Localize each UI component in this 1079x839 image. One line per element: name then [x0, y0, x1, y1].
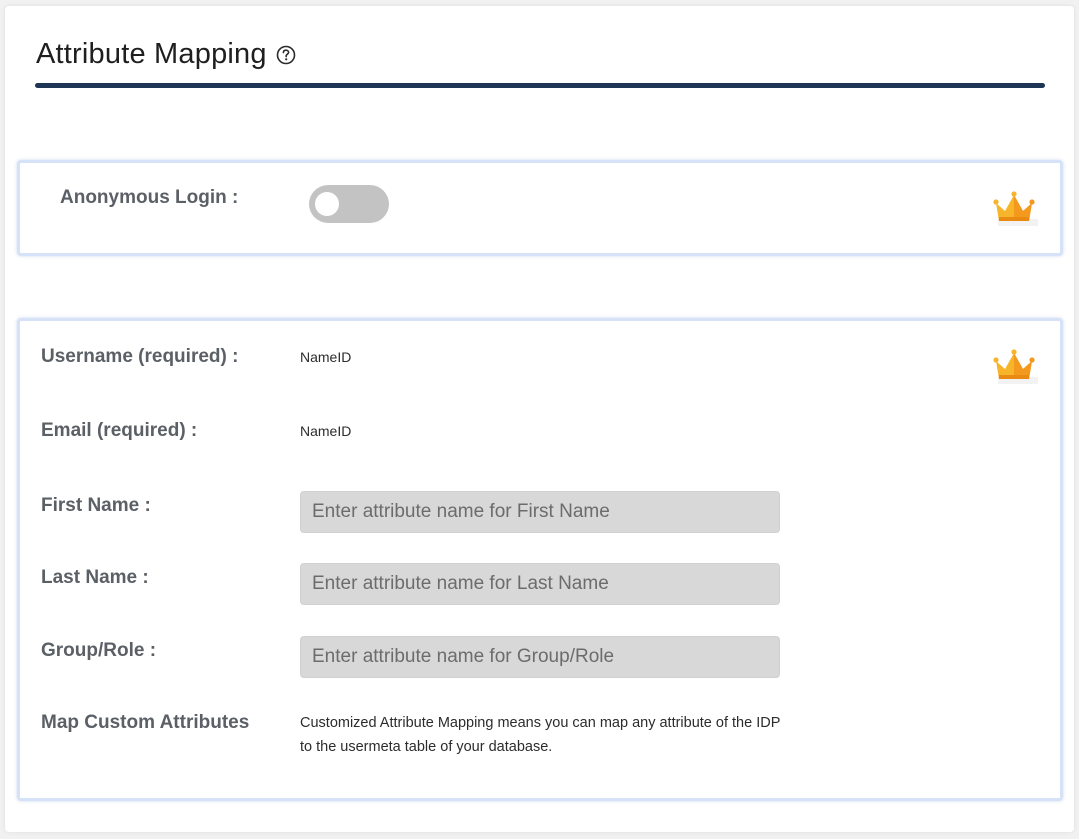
- email-value: NameID: [300, 423, 352, 439]
- attribute-mapping-panel: Attribute Mapping Anonymous Login : User…: [5, 6, 1074, 832]
- first-name-label: First Name :: [41, 495, 151, 516]
- last-name-label: Last Name :: [41, 567, 149, 588]
- email-label: Email (required) :: [41, 420, 198, 441]
- group-role-input[interactable]: [300, 636, 780, 678]
- first-name-input[interactable]: [300, 491, 780, 533]
- last-name-input[interactable]: [300, 563, 780, 605]
- toggle-knob: [315, 192, 339, 216]
- custom-attributes-label: Map Custom Attributes: [41, 712, 250, 733]
- crown-icon: [992, 189, 1040, 229]
- attribute-mapping-card: Username (required) : NameID Email (requ…: [17, 318, 1063, 801]
- title-row: Attribute Mapping: [36, 38, 296, 71]
- page-title: Attribute Mapping: [36, 38, 267, 70]
- anonymous-login-label: Anonymous Login :: [60, 187, 239, 208]
- username-value: NameID: [300, 349, 352, 365]
- question-circle-icon[interactable]: [276, 45, 296, 65]
- title-underline: [35, 83, 1045, 88]
- custom-attributes-description: Customized Attribute Mapping means you c…: [300, 715, 781, 755]
- group-role-label: Group/Role :: [41, 640, 157, 661]
- anonymous-login-toggle[interactable]: [309, 185, 389, 223]
- anonymous-login-card: Anonymous Login :: [17, 160, 1063, 256]
- username-label: Username (required) :: [41, 346, 239, 367]
- crown-icon: [992, 347, 1040, 387]
